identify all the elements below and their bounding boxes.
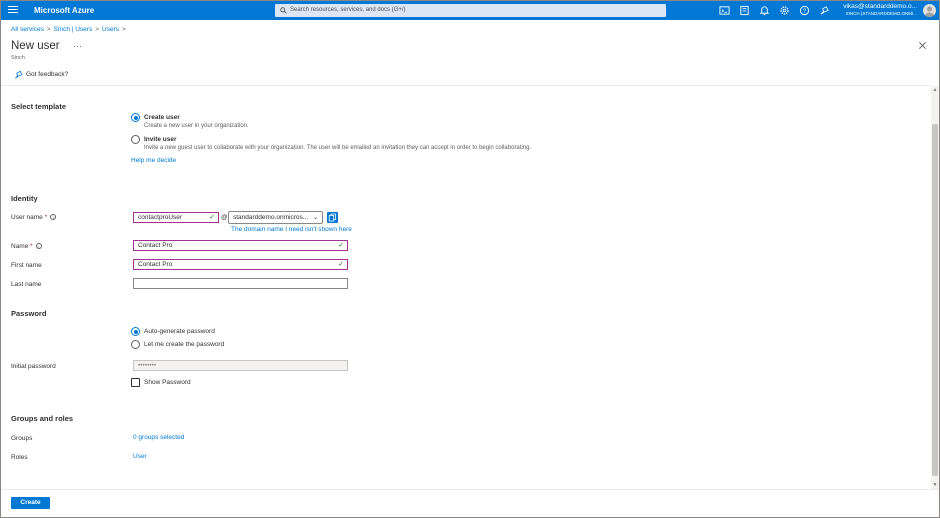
first-name-value: Contact Pro [138, 261, 173, 268]
footer-divider [1, 489, 939, 490]
feedback-icon [15, 70, 23, 79]
create-user-radio[interactable] [131, 113, 140, 122]
username-label-text: User name [11, 214, 43, 221]
auto-generate-password-radio[interactable] [131, 327, 140, 336]
roles-label: Roles [11, 454, 28, 461]
first-name-label: First name [11, 262, 42, 269]
invite-user-description: Invite a new guest user to collaborate w… [144, 145, 532, 151]
show-password-label: Show Password [144, 379, 191, 386]
got-feedback-label: Got feedback? [26, 71, 69, 79]
copy-button[interactable] [327, 212, 338, 223]
section-groups-roles: Groups and roles [11, 414, 74, 423]
username-input[interactable]: contactproUser ✓ [133, 212, 219, 223]
page-subtitle: Sinch [11, 55, 25, 61]
azure-portal-window: Microsoft Azure Search resources, servic… [0, 0, 940, 518]
initial-password-value: •••••••• [138, 362, 157, 369]
more-options-icon[interactable]: ··· [73, 41, 82, 51]
avatar[interactable] [923, 4, 936, 17]
breadcrumb-users[interactable]: Users [102, 26, 119, 33]
username-value: contactproUser [138, 214, 183, 221]
svg-text:?: ? [803, 9, 806, 15]
create-password-radio[interactable] [131, 340, 140, 349]
required-marker: * [44, 214, 48, 221]
account-email: vikas@standarddemo.o... [843, 3, 917, 10]
settings-icon[interactable] [779, 5, 790, 16]
invite-user-radio[interactable] [131, 135, 140, 144]
required-marker: * [30, 243, 33, 250]
name-value: Contact Pro [138, 242, 173, 249]
create-user-description: Create a new user in your organization. [144, 123, 249, 129]
account-tenant: SINCH (STANDARDDEMO.ONMI... [845, 11, 917, 16]
top-bar: Microsoft Azure Search resources, servic… [1, 1, 939, 20]
search-icon [280, 7, 287, 14]
breadcrumb-sinch-users[interactable]: Sinch | Users [54, 26, 93, 33]
section-password: Password [11, 309, 47, 318]
close-icon[interactable] [918, 41, 927, 50]
section-select-template: Select template [11, 102, 67, 111]
invite-user-title: Invite user [144, 136, 177, 143]
create-button[interactable]: Create [11, 497, 50, 509]
person-icon [924, 6, 935, 17]
domain-dropdown[interactable]: standarddemo.onmicros... ⌄ [228, 211, 323, 224]
name-input[interactable]: Contact Pro ✓ [133, 240, 348, 251]
initial-password-field: •••••••• [133, 360, 348, 371]
last-name-label: Last name [11, 281, 42, 288]
help-me-decide-link[interactable]: Help me decide [131, 157, 176, 164]
scroll-up-icon[interactable]: ▲ [932, 87, 938, 93]
at-sign: @ [221, 214, 228, 221]
auto-generate-password-label: Auto-generate password [144, 328, 215, 335]
chevron-down-icon: ⌄ [312, 215, 318, 221]
groups-selected-link[interactable]: 0 groups selected [133, 434, 184, 441]
scroll-thumb[interactable] [932, 124, 938, 476]
chevron-right-icon: > [46, 26, 51, 33]
roles-link[interactable]: User [133, 453, 147, 460]
create-user-title: Create user [144, 114, 180, 121]
search-placeholder: Search resources, services, and docs (G+… [290, 7, 406, 13]
global-search[interactable]: Search resources, services, and docs (G+… [275, 4, 666, 17]
show-password-checkbox[interactable] [131, 378, 140, 387]
breadcrumb: All services > Sinch | Users > Users > [11, 26, 129, 33]
chevron-right-icon: > [95, 26, 100, 33]
header-divider [1, 85, 931, 86]
initial-password-label: Initial password [11, 363, 56, 370]
domain-not-shown-link[interactable]: The domain name I need isn't shown here [231, 226, 352, 233]
checkmark-icon: ✓ [338, 242, 344, 249]
info-icon[interactable]: i [35, 243, 42, 249]
menu-icon[interactable] [8, 6, 18, 14]
last-name-input[interactable] [133, 278, 348, 289]
groups-label: Groups [11, 435, 33, 442]
breadcrumb-all-services[interactable]: All services [11, 26, 44, 33]
vertical-scrollbar[interactable]: ▲ ▼ [931, 86, 939, 489]
username-label: User name * i [11, 214, 57, 221]
notifications-icon[interactable] [759, 5, 770, 16]
account-info[interactable]: vikas@standarddemo.o... SINCH (STANDARDD… [813, 3, 917, 17]
copy-icon [328, 213, 336, 222]
checkmark-icon: ✓ [338, 261, 344, 268]
scroll-down-icon[interactable]: ▼ [932, 482, 938, 488]
checkmark-icon: ✓ [209, 214, 215, 221]
name-label-text: Name [11, 243, 29, 250]
page-title: New user [11, 40, 60, 52]
cloud-shell-icon[interactable] [719, 5, 730, 16]
create-password-label: Let me create the password [144, 341, 225, 348]
help-icon[interactable]: ? [799, 5, 810, 16]
domain-value: standarddemo.onmicros... [233, 214, 309, 221]
got-feedback-button[interactable]: Got feedback? [14, 70, 68, 79]
chevron-right-icon: > [122, 26, 126, 33]
brand-name[interactable]: Microsoft Azure [34, 6, 94, 15]
info-icon[interactable]: i [50, 214, 57, 220]
section-identity: Identity [11, 194, 38, 203]
name-label: Name * i [11, 243, 42, 250]
directory-filter-icon[interactable] [739, 5, 750, 16]
first-name-input[interactable]: Contact Pro ✓ [133, 259, 348, 270]
